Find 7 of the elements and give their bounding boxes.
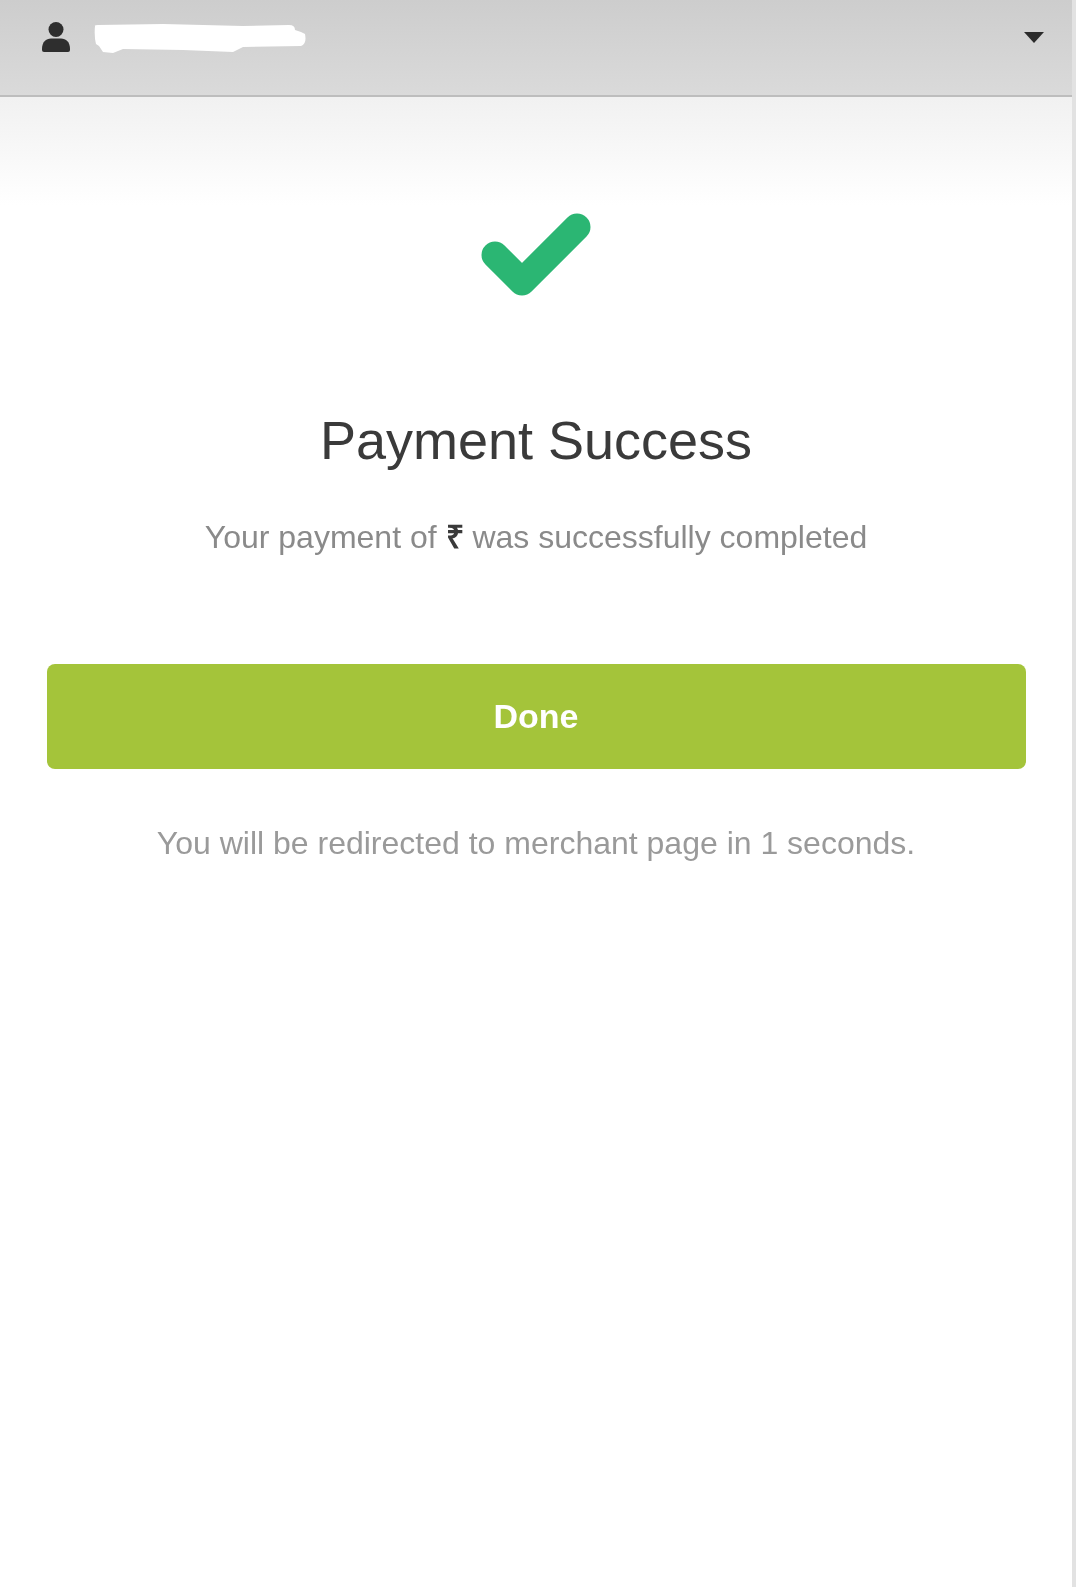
status-title: Payment Success [319, 409, 753, 472]
redirect-notice: You will be redirected to merchant page in 1 seconds. [156, 824, 916, 862]
caret-icon[interactable] [1024, 32, 1044, 43]
user-icon [42, 22, 70, 52]
checkmark-icon [480, 213, 592, 297]
done-button[interactable]: Done [46, 664, 1026, 769]
status-message: Your payment of ₹ was successfully completed [204, 518, 868, 556]
